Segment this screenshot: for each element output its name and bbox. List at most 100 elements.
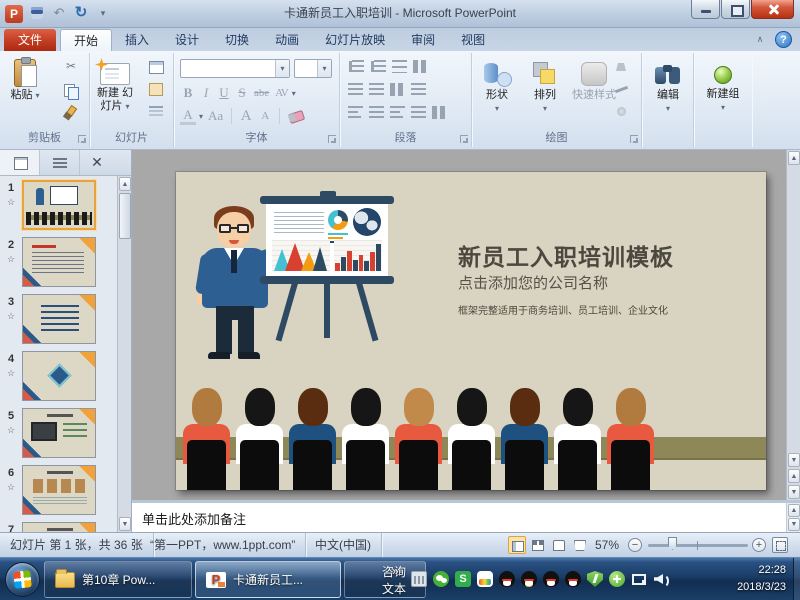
paragraph-dialog-launcher-icon[interactable] xyxy=(460,135,468,143)
ribbon-tab[interactable]: 切换 xyxy=(212,29,262,51)
font-size-combo[interactable]: ▾ xyxy=(294,59,332,78)
zoom-slider-track[interactable] xyxy=(648,544,748,547)
tray-overflow-icon[interactable]: » xyxy=(392,564,399,578)
section-icon[interactable] xyxy=(146,103,168,119)
close-button[interactable] xyxy=(751,0,794,19)
columns-icon[interactable] xyxy=(390,83,405,96)
line-spacing-icon[interactable] xyxy=(392,60,407,73)
clipboard-dialog-launcher-icon[interactable] xyxy=(78,135,86,143)
italic-button[interactable]: I xyxy=(198,85,214,101)
slide-thumbnail-image[interactable] xyxy=(22,522,96,532)
security-shield-icon[interactable] xyxy=(587,571,603,587)
ribbon-collapse-icon[interactable]: ∧ xyxy=(752,32,768,47)
tab-slides[interactable] xyxy=(0,150,40,175)
volume-icon[interactable] xyxy=(653,571,669,587)
taskbar-button-powerpoint[interactable]: 卡通新员工... xyxy=(195,561,341,598)
align-center-icon[interactable] xyxy=(369,106,384,119)
slide-thumbnail-image[interactable] xyxy=(22,351,96,401)
scroll-up-icon[interactable]: ▲ xyxy=(788,151,800,165)
tab-outline[interactable] xyxy=(40,150,80,175)
ribbon-tab[interactable]: 幻灯片放映 xyxy=(312,29,398,51)
slide-title[interactable]: 新员工入职培训模板 xyxy=(458,238,674,272)
scroll-down-icon[interactable]: ▼ xyxy=(788,453,800,467)
smartart-convert-icon[interactable] xyxy=(432,106,447,119)
drawing-dialog-launcher-icon[interactable] xyxy=(630,135,638,143)
new-group-button[interactable]: 新建组▾ xyxy=(700,57,746,114)
clear-formatting-icon[interactable] xyxy=(286,108,308,124)
slide-tagline[interactable]: 框架完整适用于商务培训、员工培训、企业文化 xyxy=(458,302,668,317)
ribbon-tab[interactable]: 动画 xyxy=(262,29,312,51)
slide-thumbnail-image[interactable] xyxy=(22,408,96,458)
chevron-down-icon[interactable]: ▾ xyxy=(317,60,331,77)
scroll-down-icon[interactable]: ▼ xyxy=(788,518,800,531)
ribbon-tab[interactable]: 视图 xyxy=(448,29,498,51)
editing-button[interactable]: 编辑▾ xyxy=(645,57,691,115)
grow-font-button[interactable]: A xyxy=(238,108,254,125)
slide-thumbnail-item[interactable]: 4 ☆ xyxy=(0,347,118,404)
shrink-font-button[interactable]: A xyxy=(257,110,273,122)
notes-scrollbar[interactable]: ▲ ▼ xyxy=(786,503,800,532)
sogou-icon[interactable] xyxy=(455,571,471,587)
scrollbar-thumb[interactable] xyxy=(119,193,131,239)
minimize-button[interactable] xyxy=(691,0,720,19)
scroll-up-icon[interactable]: ▲ xyxy=(119,177,131,191)
normal-view-icon[interactable] xyxy=(508,536,526,554)
ribbon-tab[interactable]: 开始 xyxy=(60,29,112,51)
show-desktop-button[interactable] xyxy=(793,558,800,600)
chevron-down-icon[interactable]: ▾ xyxy=(292,89,296,98)
underline-button[interactable]: U xyxy=(216,85,232,101)
shadow-button[interactable]: S xyxy=(234,85,250,101)
language-indicator[interactable]: 中文(中国) xyxy=(305,533,382,558)
reading-view-icon[interactable] xyxy=(550,536,568,554)
paste-button[interactable]: 粘贴 ▾ xyxy=(2,57,48,102)
font-name-combo[interactable]: ▾ xyxy=(180,59,290,78)
qq-files-icon[interactable] xyxy=(521,571,537,587)
arrange-button[interactable]: 排列▾ xyxy=(522,57,568,115)
character-spacing-button[interactable]: AV xyxy=(273,87,289,99)
zoom-level[interactable]: 57% xyxy=(595,533,619,557)
layout-icon[interactable] xyxy=(146,59,168,75)
justify-icon[interactable] xyxy=(411,106,426,119)
bold-button[interactable]: B xyxy=(180,85,196,101)
font-dialog-launcher-icon[interactable] xyxy=(328,135,336,143)
slide-thumbnail-image[interactable] xyxy=(22,237,96,287)
taskbar-clock[interactable]: 22:28 2018/3/23 xyxy=(737,562,786,596)
slide-thumbnail-item[interactable]: 2 ☆ xyxy=(0,233,118,290)
slide-thumbnail-image[interactable] xyxy=(22,294,96,344)
slide-thumbnail-image[interactable] xyxy=(22,180,96,230)
start-button[interactable] xyxy=(5,562,40,597)
scroll-up-icon[interactable]: ▲ xyxy=(788,504,800,517)
network-icon[interactable] xyxy=(631,571,647,587)
notes-placeholder[interactable]: 单击此处添加备注 xyxy=(142,509,246,528)
align-right-icon[interactable] xyxy=(390,106,405,119)
notes-pane[interactable]: 单击此处添加备注 ▲ ▼ xyxy=(132,500,800,532)
shape-outline-icon[interactable] xyxy=(613,82,635,98)
chevron-down-icon[interactable]: ▾ xyxy=(199,112,203,121)
slideshow-icon[interactable] xyxy=(571,536,589,554)
zoom-out-button[interactable]: − xyxy=(628,538,642,552)
panel-close-icon[interactable]: ✕ xyxy=(80,150,114,175)
zoom-in-button[interactable]: + xyxy=(752,538,766,552)
scroll-down-icon[interactable]: ▼ xyxy=(119,517,131,531)
panel-scrollbar[interactable]: ▲ ▼ xyxy=(117,176,131,532)
restore-button[interactable] xyxy=(721,0,750,19)
tab-file[interactable]: 文件 xyxy=(4,29,56,51)
editor-scrollbar[interactable]: ▲ ▼ ▲ ▼ xyxy=(786,150,800,500)
slide-thumbnail-item[interactable]: 7 ☆ xyxy=(0,518,118,532)
ribbon-tab[interactable]: 插入 xyxy=(112,29,162,51)
ribbon-tab[interactable]: 设计 xyxy=(162,29,212,51)
slide-canvas[interactable]: 新员工入职培训模板 点击添加您的公司名称 框架完整适用于商务培训、员工培训、企业… xyxy=(176,172,766,490)
wechat-icon[interactable] xyxy=(433,571,449,587)
chevron-down-icon[interactable]: ▾ xyxy=(275,60,289,77)
copy-icon[interactable] xyxy=(60,82,82,98)
numbering-icon[interactable] xyxy=(374,60,386,73)
health-ball-icon[interactable] xyxy=(609,571,625,587)
qq-icon[interactable] xyxy=(543,571,559,587)
qq-icon[interactable] xyxy=(565,571,581,587)
shape-effects-icon[interactable] xyxy=(613,104,635,120)
text-direction-icon[interactable] xyxy=(413,60,428,73)
bear-icon[interactable] xyxy=(477,571,493,587)
align-left-icon[interactable] xyxy=(348,106,363,119)
font-color-button[interactable]: A xyxy=(180,108,196,125)
slide-thumbnail-item[interactable]: 3 ☆ xyxy=(0,290,118,347)
